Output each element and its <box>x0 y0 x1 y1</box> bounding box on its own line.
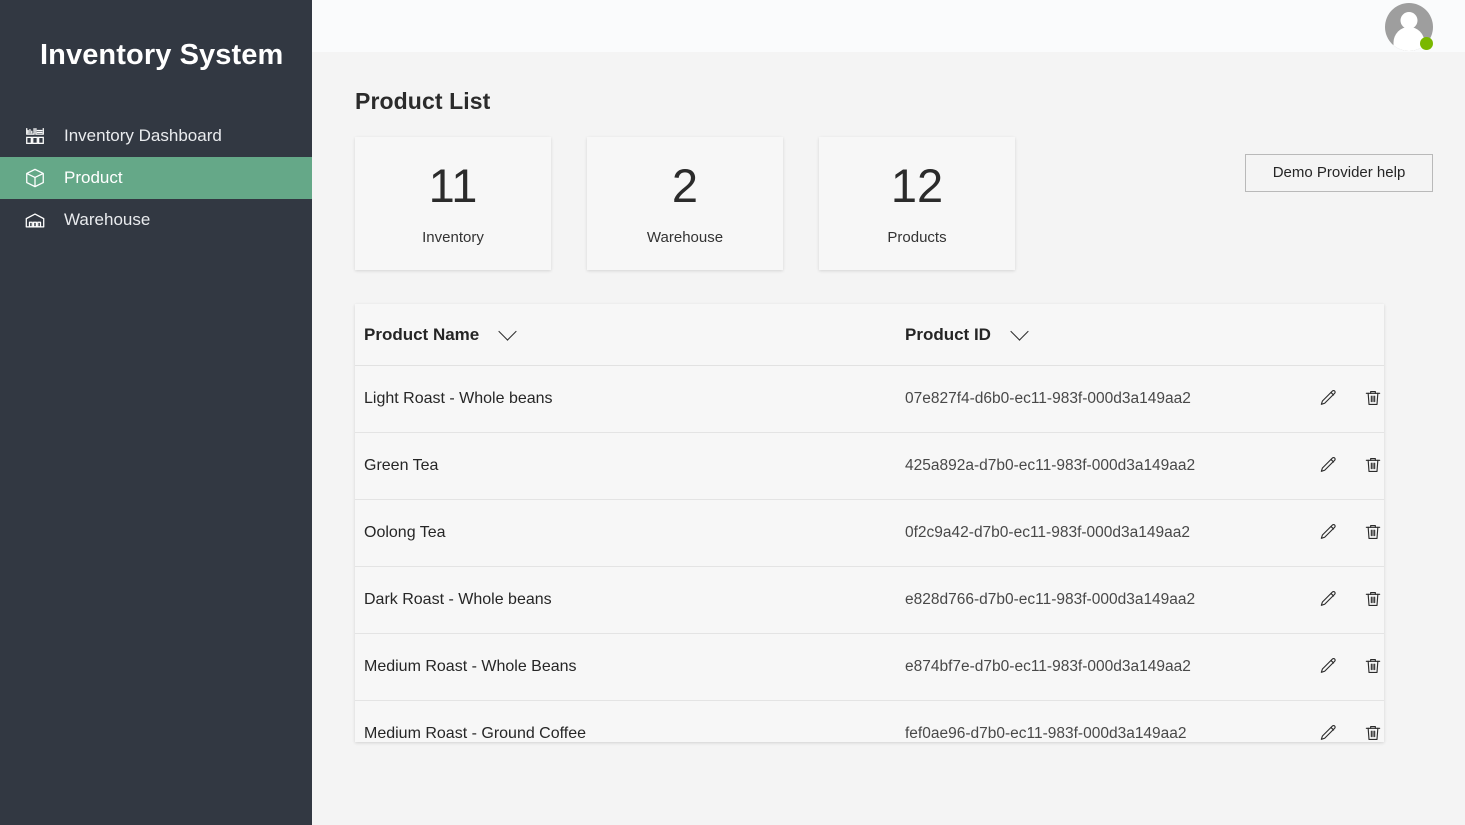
content-area: Product List Demo Provider help 11 Inven… <box>312 88 1465 742</box>
table-header-row: Product Name Product ID <box>355 304 1384 366</box>
avatar[interactable] <box>1385 3 1433 51</box>
edit-row-button[interactable] <box>1317 589 1339 611</box>
stat-label: Warehouse <box>647 229 723 246</box>
cell-product-id: 425a892a-d7b0-ec11-983f-000d3a149aa2 <box>905 457 1305 475</box>
chevron-down-icon[interactable] <box>1010 322 1028 340</box>
warehouse-icon <box>22 207 48 233</box>
cell-product-name: Medium Roast - Whole Beans <box>364 658 905 676</box>
delete-row-button[interactable] <box>1362 723 1384 742</box>
edit-row-button[interactable] <box>1317 388 1339 410</box>
edit-pencil-icon <box>1318 455 1338 478</box>
edit-pencil-icon <box>1318 522 1338 545</box>
table-row[interactable]: Medium Roast - Whole Beans e874bf7e-d7b0… <box>355 634 1384 701</box>
sidebar-item-product[interactable]: Product <box>0 157 312 199</box>
edit-row-button[interactable] <box>1317 455 1339 477</box>
delete-trash-icon <box>1363 455 1383 478</box>
edit-pencil-icon <box>1318 388 1338 411</box>
delete-trash-icon <box>1363 589 1383 612</box>
cell-row-actions <box>1305 589 1384 611</box>
table-row[interactable]: Light Roast - Whole beans 07e827f4-d6b0-… <box>355 366 1384 433</box>
app-brand-title: Inventory System <box>0 0 312 73</box>
table-body: Light Roast - Whole beans 07e827f4-d6b0-… <box>355 366 1384 742</box>
edit-row-button[interactable] <box>1317 656 1339 678</box>
main-area: Product List Demo Provider help 11 Inven… <box>312 0 1465 825</box>
column-header-label: Product Name <box>364 325 479 345</box>
column-header-product-name[interactable]: Product Name <box>364 325 905 345</box>
cell-product-name: Oolong Tea <box>364 524 905 542</box>
table-row[interactable]: Oolong Tea 0f2c9a42-d7b0-ec11-983f-000d3… <box>355 500 1384 567</box>
column-header-product-id[interactable]: Product ID <box>905 325 1305 345</box>
cell-product-name: Green Tea <box>364 457 905 475</box>
cell-product-name: Medium Roast - Ground Coffee <box>364 725 905 742</box>
edit-pencil-icon <box>1318 723 1338 743</box>
cell-product-name: Light Roast - Whole beans <box>364 390 905 408</box>
delete-row-button[interactable] <box>1362 388 1384 410</box>
delete-row-button[interactable] <box>1362 455 1384 477</box>
table-row[interactable]: Dark Roast - Whole beans e828d766-d7b0-e… <box>355 567 1384 634</box>
cell-product-id: e874bf7e-d7b0-ec11-983f-000d3a149aa2 <box>905 658 1305 676</box>
stat-card-products: 12 Products <box>819 137 1015 270</box>
page-title: Product List <box>355 88 1433 115</box>
cell-row-actions <box>1305 656 1384 678</box>
sidebar-item-inventory-dashboard[interactable]: Inventory Dashboard <box>0 115 312 157</box>
delete-trash-icon <box>1363 723 1383 743</box>
edit-row-button[interactable] <box>1317 522 1339 544</box>
cell-row-actions <box>1305 388 1384 410</box>
stat-value: 12 <box>891 162 943 209</box>
table-row[interactable]: Medium Roast - Ground Coffee fef0ae96-d7… <box>355 701 1384 742</box>
chevron-down-icon[interactable] <box>499 322 517 340</box>
cell-product-id: 0f2c9a42-d7b0-ec11-983f-000d3a149aa2 <box>905 524 1305 542</box>
product-table: Product Name Product ID Light Roast - Wh… <box>355 304 1384 742</box>
edit-pencil-icon <box>1318 589 1338 612</box>
edit-row-button[interactable] <box>1317 723 1339 742</box>
cell-product-name: Dark Roast - Whole beans <box>364 591 905 609</box>
app-root: Inventory System Inventory Dashboard <box>0 0 1465 825</box>
delete-row-button[interactable] <box>1362 589 1384 611</box>
sidebar-item-warehouse[interactable]: Warehouse <box>0 199 312 241</box>
cell-product-id: e828d766-d7b0-ec11-983f-000d3a149aa2 <box>905 591 1305 609</box>
delete-trash-icon <box>1363 388 1383 411</box>
top-header-bar <box>312 0 1465 52</box>
sidebar-nav: Inventory Dashboard Product <box>0 115 312 241</box>
dashboard-chart-icon <box>22 123 48 149</box>
sidebar-item-label: Inventory Dashboard <box>64 127 222 144</box>
sidebar-item-label: Warehouse <box>64 211 150 228</box>
sidebar-item-label: Product <box>64 169 123 186</box>
stat-label: Products <box>887 229 946 246</box>
cell-product-id: fef0ae96-d7b0-ec11-983f-000d3a149aa2 <box>905 725 1305 742</box>
status-badge <box>1420 37 1433 50</box>
stat-card-inventory: 11 Inventory <box>355 137 551 270</box>
column-header-label: Product ID <box>905 325 991 345</box>
cell-row-actions <box>1305 522 1384 544</box>
stat-label: Inventory <box>422 229 484 246</box>
stat-value: 11 <box>429 162 478 209</box>
delete-trash-icon <box>1363 656 1383 679</box>
cell-row-actions <box>1305 723 1384 742</box>
demo-provider-help-button[interactable]: Demo Provider help <box>1245 154 1433 192</box>
delete-trash-icon <box>1363 522 1383 545</box>
sidebar: Inventory System Inventory Dashboard <box>0 0 312 825</box>
table-row[interactable]: Green Tea 425a892a-d7b0-ec11-983f-000d3a… <box>355 433 1384 500</box>
box-package-icon <box>22 165 48 191</box>
cell-product-id: 07e827f4-d6b0-ec11-983f-000d3a149aa2 <box>905 390 1305 408</box>
delete-row-button[interactable] <box>1362 656 1384 678</box>
edit-pencil-icon <box>1318 656 1338 679</box>
stat-value: 2 <box>672 162 698 209</box>
avatar-body-shape <box>1394 27 1425 51</box>
cell-row-actions <box>1305 455 1384 477</box>
stat-card-warehouse: 2 Warehouse <box>587 137 783 270</box>
delete-row-button[interactable] <box>1362 522 1384 544</box>
